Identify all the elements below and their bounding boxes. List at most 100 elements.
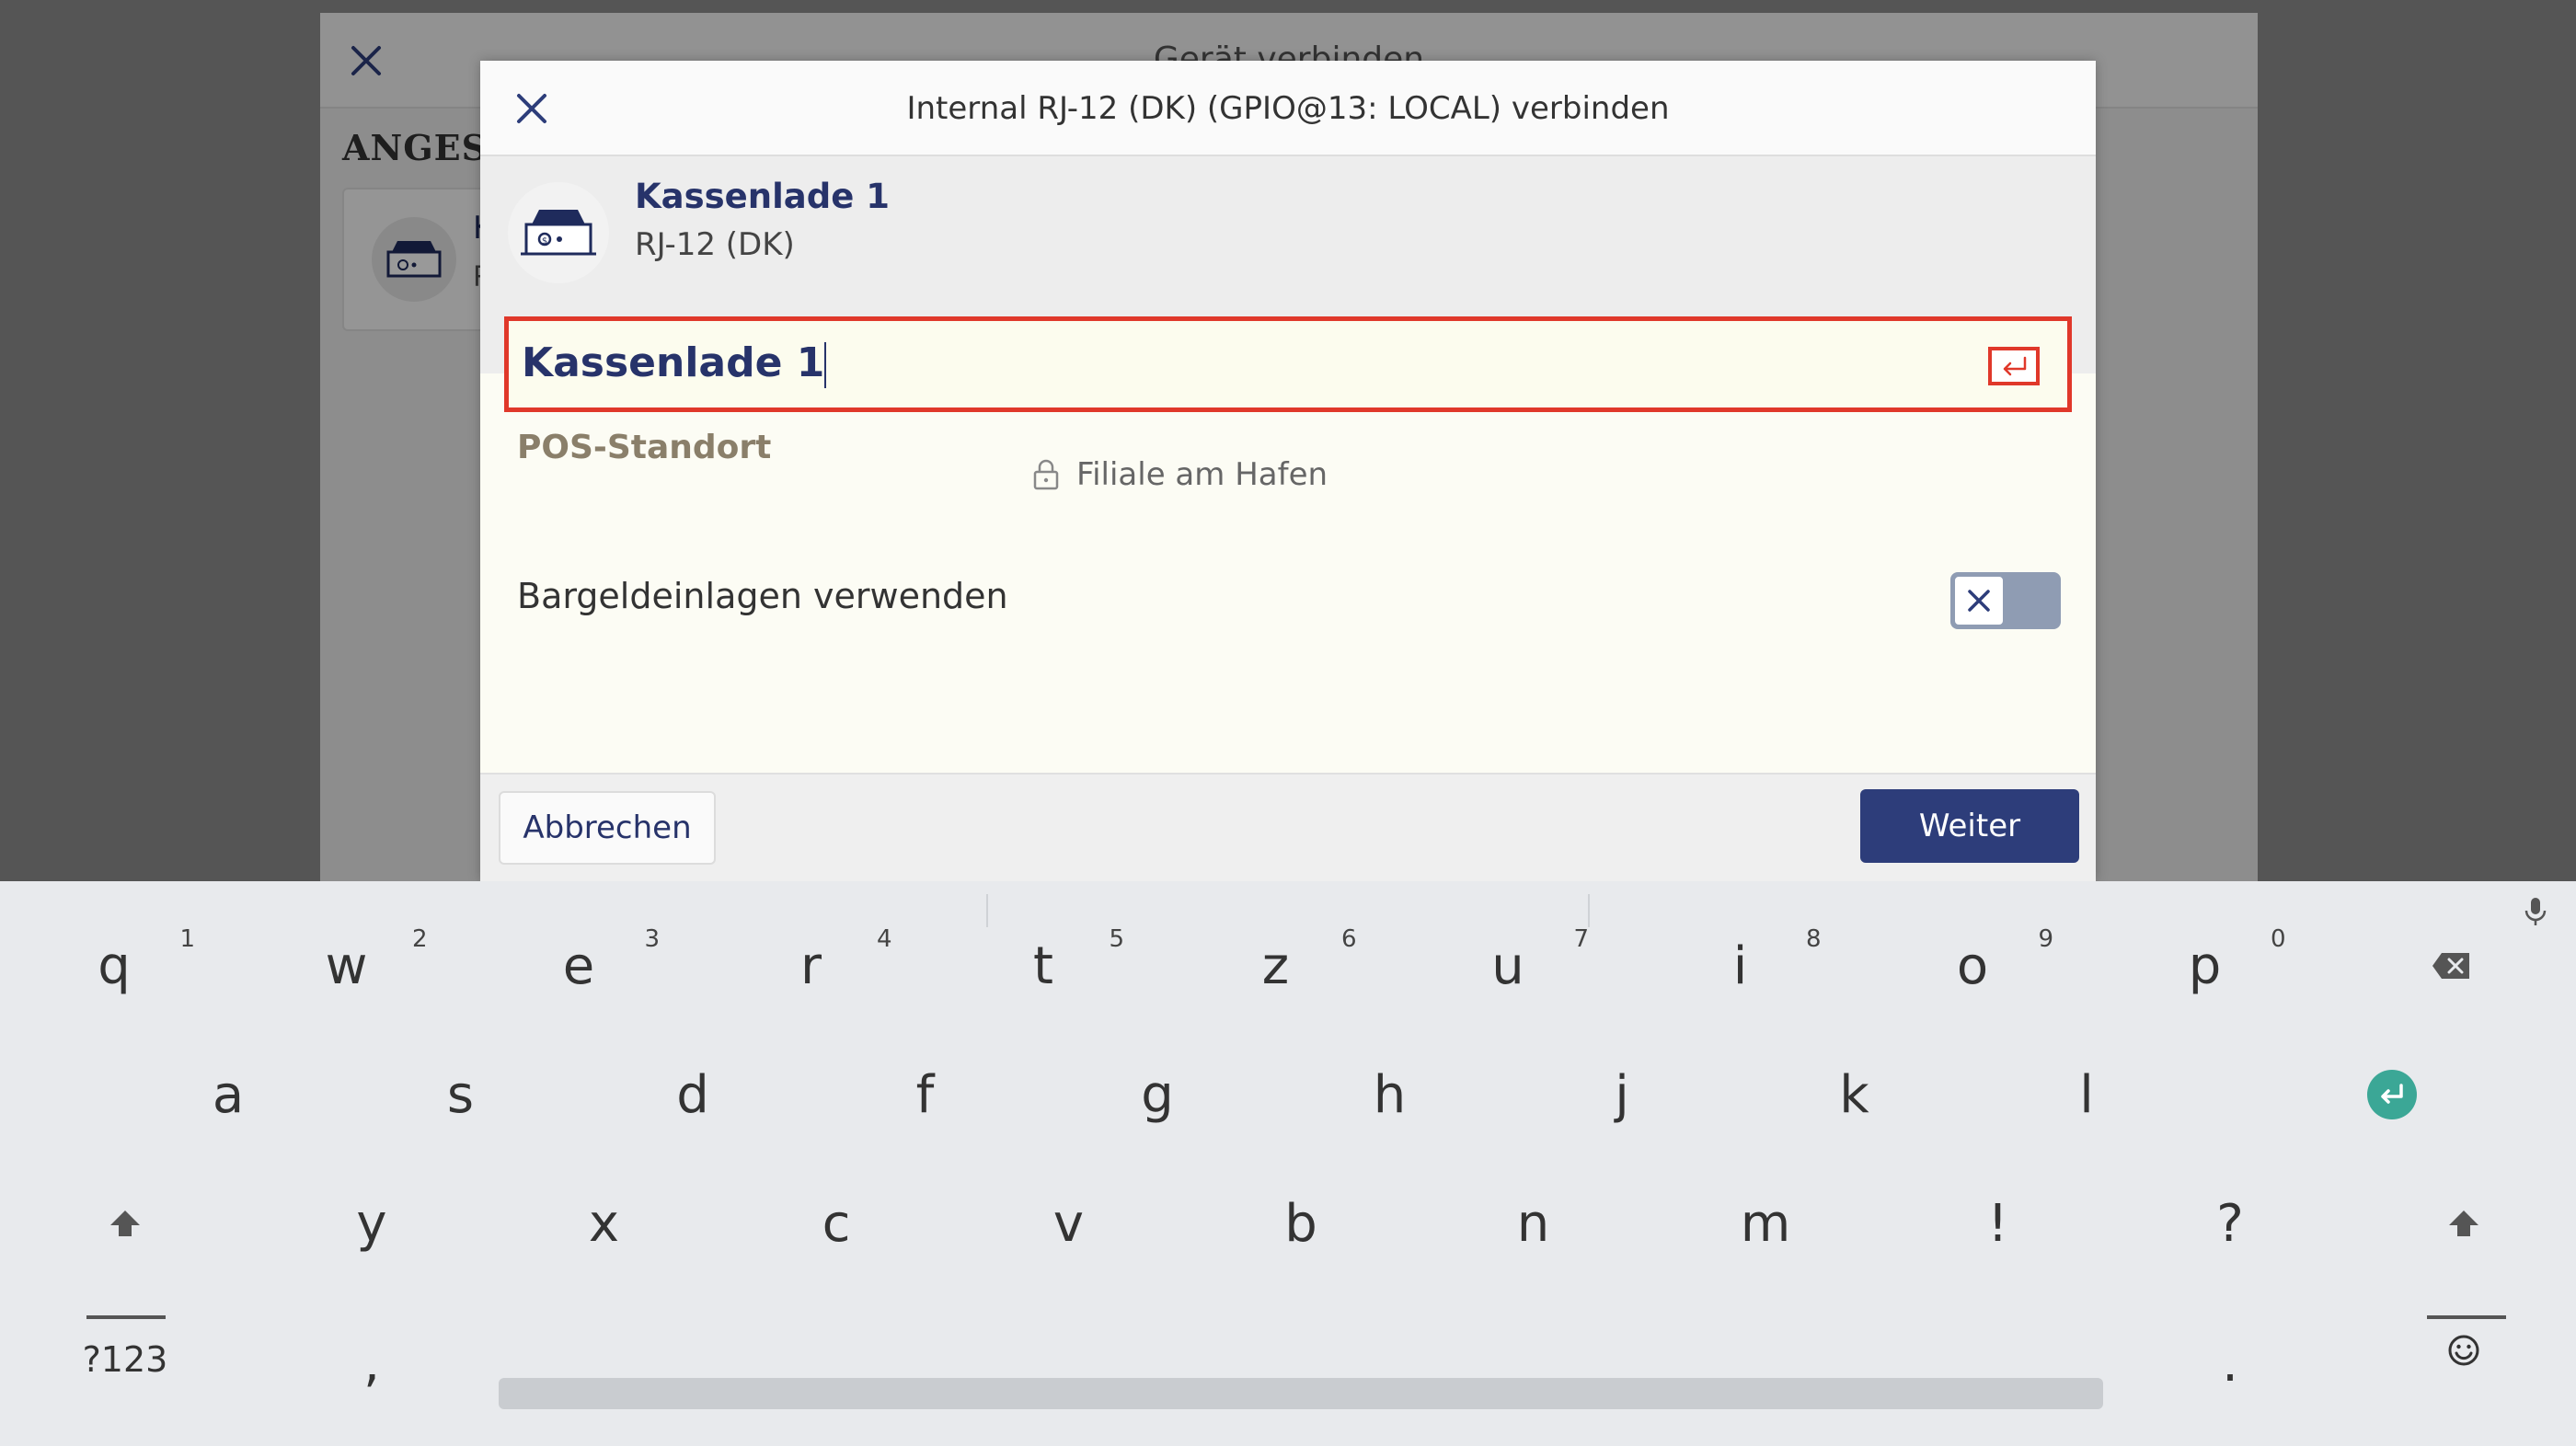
key-question[interactable]: ? [2138, 1170, 2322, 1277]
pos-location-value: Filiale am Hafen [1032, 454, 1328, 495]
cash-deposit-toggle[interactable] [1950, 572, 2061, 629]
connect-device-modal: Internal RJ-12 (DK) (GPIO@13: LOCAL) ver… [480, 61, 2096, 881]
modal-header: Internal RJ-12 (DK) (GPIO@13: LOCAL) ver… [480, 61, 2096, 156]
avatar: $ [508, 182, 609, 283]
key-label: l [2079, 1064, 2094, 1125]
key-hint: 3 [644, 925, 660, 953]
key-exclamation[interactable]: ! [1906, 1170, 2090, 1277]
key-label: w [325, 935, 368, 996]
shift-icon [110, 1211, 140, 1236]
emoji-key[interactable] [2372, 1297, 2556, 1404]
key-label: f [915, 1064, 935, 1125]
key-w[interactable]: w2 [255, 912, 439, 1019]
key-hint: 5 [1109, 925, 1124, 953]
device-name-input-text: Kassenlade 1 [522, 339, 825, 386]
key-h[interactable]: h [1298, 1041, 1482, 1148]
pos-location-text: Filiale am Hafen [1076, 456, 1328, 493]
key-b[interactable]: b [1209, 1170, 1393, 1277]
key-g[interactable]: g [1065, 1041, 1249, 1148]
toggle-knob [1952, 574, 2006, 627]
key-z[interactable]: z6 [1184, 912, 1368, 1019]
key-label: z [1261, 935, 1290, 996]
key-label: m [1740, 1193, 1791, 1254]
key-label: q [98, 935, 131, 996]
key-c[interactable]: c [744, 1170, 928, 1277]
shift-key-left[interactable] [33, 1170, 217, 1277]
key-v[interactable]: v [977, 1170, 1161, 1277]
key-label: i [1732, 935, 1748, 996]
key-q[interactable]: q1 [22, 912, 206, 1019]
comma-key[interactable]: , [280, 1310, 464, 1417]
key-label: ! [1987, 1193, 2008, 1254]
key-hint: 6 [1340, 925, 1357, 953]
key-label: v [1052, 1193, 1085, 1254]
key-hint: 4 [876, 925, 892, 953]
key-l[interactable]: l [1995, 1041, 2179, 1148]
next-button[interactable]: Weiter [1860, 789, 2079, 863]
key-s[interactable]: s [369, 1041, 553, 1148]
key-y[interactable]: y [280, 1170, 464, 1277]
pos-location-label: POS-Standort [517, 429, 772, 466]
cancel-button[interactable]: Abbrechen [499, 791, 716, 865]
key-label: c [822, 1193, 851, 1254]
key-label: j [1615, 1064, 1629, 1125]
device-name: Kassenlade 1 [635, 177, 890, 216]
key-label: d [676, 1064, 709, 1125]
key-label: t [1033, 935, 1053, 996]
enter-button[interactable] [1988, 347, 2040, 385]
svg-text:$: $ [542, 236, 547, 247]
device-subtitle: RJ-12 (DK) [635, 226, 795, 263]
key-label: u [1491, 935, 1524, 996]
lock-icon [1033, 459, 1059, 490]
enter-key[interactable] [2300, 1041, 2484, 1148]
text-caret [824, 342, 827, 388]
close-icon [1968, 590, 1990, 612]
key-a[interactable]: a [136, 1041, 320, 1148]
key-label: y [356, 1193, 387, 1254]
key-j[interactable]: j [1530, 1041, 1714, 1148]
key-x[interactable]: x [512, 1170, 696, 1277]
space-key[interactable] [499, 1378, 2103, 1409]
device-name-input[interactable]: Kassenlade 1 [522, 339, 827, 388]
key-label: h [1373, 1064, 1407, 1125]
key-hint: 1 [179, 925, 195, 953]
key-r[interactable]: r4 [719, 912, 903, 1019]
enter-icon [2367, 1070, 2417, 1119]
emoji-icon [2448, 1335, 2479, 1366]
period-key[interactable]: . [2138, 1310, 2322, 1417]
key-hint: 2 [411, 925, 428, 953]
shift-key-right[interactable] [2372, 1170, 2556, 1277]
key-i[interactable]: i8 [1649, 912, 1833, 1019]
key-n[interactable]: n [1442, 1170, 1626, 1277]
key-k[interactable]: k [1763, 1041, 1947, 1148]
key-m[interactable]: m [1673, 1170, 1857, 1277]
key-d[interactable]: d [601, 1041, 785, 1148]
key-label: b [1284, 1193, 1317, 1254]
key-t[interactable]: t5 [951, 912, 1135, 1019]
device-name-field[interactable]: Kassenlade 1 [504, 316, 2072, 412]
cash-drawer-icon: $ [521, 210, 596, 256]
key-hint: 7 [1573, 925, 1589, 953]
modal-title: Internal RJ-12 (DK) (GPIO@13: LOCAL) ver… [906, 90, 1670, 127]
key-p[interactable]: p0 [2113, 912, 2297, 1019]
backspace-icon [2432, 953, 2469, 979]
backspace-key[interactable] [2359, 912, 2543, 1019]
shift-icon [2449, 1211, 2478, 1236]
key-o[interactable]: o9 [1880, 912, 2064, 1019]
key-e[interactable]: e3 [487, 912, 671, 1019]
key-label: a [212, 1064, 245, 1125]
key-label: e [562, 935, 595, 996]
key-u[interactable]: u7 [1416, 912, 1600, 1019]
key-label: g [1141, 1064, 1174, 1125]
key-hint: 9 [2038, 925, 2053, 953]
key-label: s [446, 1064, 475, 1125]
key-label: x [588, 1193, 620, 1254]
key-f[interactable]: f [834, 1041, 1018, 1148]
onscreen-keyboard: q1w2e3r4t5z6u7i8o9p0 asdfghjkl y x c v b n m!?… [0, 881, 2576, 1446]
symbols-key[interactable]: ?123 [33, 1306, 217, 1413]
cash-deposit-label: Bargeldeinlagen verwenden [517, 576, 1008, 616]
key-hint: 8 [1805, 925, 1822, 953]
modal-footer: Abbrechen Weiter [480, 773, 2096, 881]
return-icon [2003, 356, 2027, 376]
key-label: p [2188, 935, 2222, 996]
